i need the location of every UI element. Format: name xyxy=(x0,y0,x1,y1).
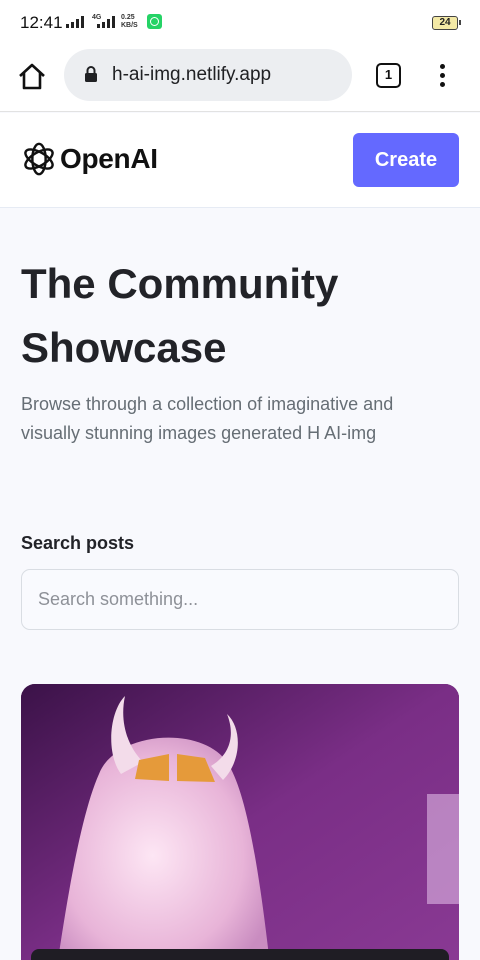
site-header: OpenAI Create xyxy=(0,113,480,208)
create-button[interactable]: Create xyxy=(353,133,459,187)
signal-icon xyxy=(66,16,84,28)
showcase-image-card[interactable] xyxy=(21,684,459,960)
page-title: The Community Showcase xyxy=(21,260,339,371)
signal-icon-2 xyxy=(97,16,115,28)
battery-icon: 24 xyxy=(432,16,461,30)
whatsapp-icon xyxy=(147,14,162,29)
logo-text: OpenAI xyxy=(60,143,158,174)
search-input[interactable] xyxy=(21,569,459,630)
search-label: Search posts xyxy=(21,533,135,553)
status-time: 12:41 xyxy=(20,13,63,32)
url-text: h-ai-img.netlify.app xyxy=(112,64,272,85)
home-icon[interactable] xyxy=(16,61,48,93)
tabs-icon[interactable]: 1 xyxy=(376,63,401,88)
lock-icon xyxy=(85,66,97,82)
logo-link[interactable]: OpenAI xyxy=(20,140,158,178)
generated-image xyxy=(21,684,459,960)
status-bar: 12:41 4G 0.25 KB/S 24 xyxy=(0,0,480,44)
net-speed-value: 0.25 xyxy=(121,14,135,21)
browser-toolbar: h-ai-img.netlify.app 1 xyxy=(0,44,480,112)
net-speed-unit: KB/S xyxy=(121,22,138,29)
address-bar[interactable]: h-ai-img.netlify.app xyxy=(64,49,352,101)
page-subtitle: Browse through a collection of imaginati… xyxy=(21,394,394,443)
more-vert-icon[interactable] xyxy=(432,61,452,91)
openai-logo-icon xyxy=(24,142,54,176)
image-info-bar xyxy=(31,949,449,960)
